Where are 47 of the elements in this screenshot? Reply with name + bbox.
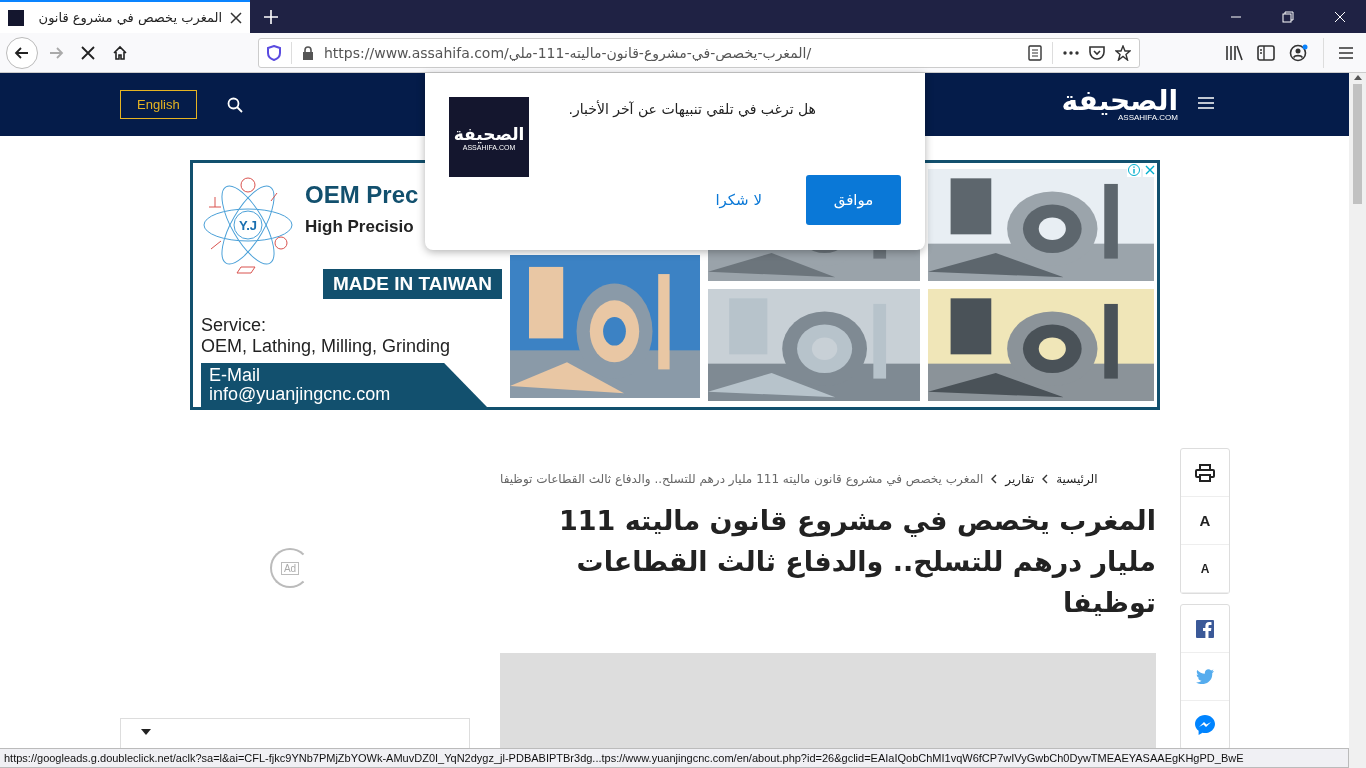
pocket-icon[interactable] (1089, 45, 1105, 60)
favicon-icon (8, 9, 24, 26)
ad-subheadline: High Precisio (305, 217, 415, 237)
home-icon[interactable] (112, 44, 128, 61)
ad-tagline: MADE IN TAIWAN (322, 269, 502, 299)
notification-message: هل ترغب في تلقي تنبيهات عن آخر الأخبار. (567, 99, 817, 120)
new-tab-icon[interactable] (264, 9, 278, 24)
search-icon[interactable] (226, 96, 243, 113)
menu-icon[interactable] (1338, 45, 1354, 60)
scroll-up-icon[interactable] (1353, 75, 1362, 80)
ad-text: OEM, Lathing, Milling, Grinding (201, 336, 452, 357)
ad-headline: OEM Prec (305, 181, 419, 209)
browser-tab[interactable]: المغرب يخصص في مشروع قانون (0, 0, 250, 33)
star-icon[interactable] (1115, 44, 1131, 61)
bird-icon (1196, 669, 1214, 684)
messenger-icon (1194, 713, 1216, 736)
sidebar-icon[interactable] (1257, 44, 1275, 61)
library-icon[interactable] (1225, 44, 1243, 61)
language-button[interactable]: English (120, 90, 197, 119)
decline-button[interactable]: لا شكرا (701, 175, 776, 225)
scrollbar[interactable] (1349, 73, 1366, 768)
ad-text: E-Mail (209, 366, 261, 385)
facebook-icon (1196, 619, 1214, 638)
more-icon[interactable] (1063, 50, 1079, 55)
shield-icon (267, 44, 281, 61)
address-bar[interactable]: https://www.assahifa.com/المغرب-يخصص-في-مشروع-قانون-ماليته-111-ملي/ (258, 37, 1140, 68)
accept-button[interactable]: موافق (806, 175, 901, 225)
breadcrumb-link[interactable]: الرئيسية (1056, 472, 1098, 486)
breadcrumb-link[interactable]: تقارير (1005, 472, 1035, 486)
print-icon (1195, 463, 1215, 482)
stop-icon[interactable] (81, 45, 95, 60)
breadcrumb-current: المغرب يخصص في مشروع قانون ماليته 111 مليار درهم للتسلح.. والدفاع ثالث القطاعات توظيفا (500, 472, 984, 486)
font-size-button[interactable]: A (1181, 545, 1229, 593)
scroll-thumb[interactable] (1353, 84, 1362, 204)
reader-view-icon[interactable] (1028, 44, 1042, 61)
caret-icon[interactable] (141, 729, 151, 735)
font-size-button[interactable]: A (1181, 497, 1229, 545)
status-bar-url: https://googleads.g.doubleclick.net/aclk?sa=l&ai=CFL-fjkc9YNb7PMjZbYOWk-AMuvDZ0I_YqN2dygz_jl-PDBABIPTBr3dg...tps://www.yuanjingcnc.com/en/about.php?id=26&gclid=EAIaIQobChMI1vqW6fCP7wIVyGwbCh0DywTMEAEYASAAEgKHgPD_BwE (0, 748, 1349, 768)
email-text: info@yuanjingcnc.com (209, 385, 392, 404)
back-arrow-icon[interactable] (14, 44, 30, 61)
article-title: المغرب يخصص في مشروع قانون ماليته 111 مليار درهم للتسلح.. والدفاع ثالث القطاعات توظيفا (557, 504, 1156, 621)
close-icon[interactable] (230, 11, 242, 24)
lock-icon (302, 45, 314, 60)
ad-text: Service: (201, 315, 268, 336)
chevron-icon (991, 474, 998, 484)
chevron-icon (1042, 474, 1049, 484)
account-icon[interactable] (1289, 43, 1309, 62)
